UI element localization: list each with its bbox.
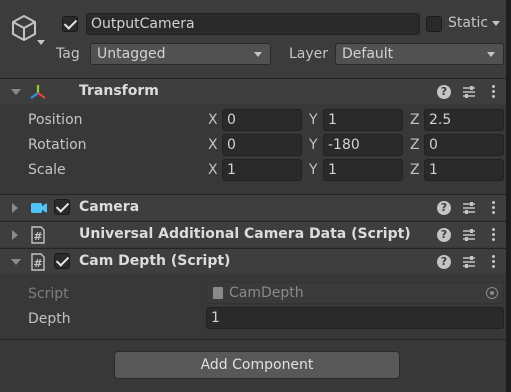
scale-x-field[interactable]: 1 [222,159,302,181]
script-object-field: CamDepth [206,282,504,304]
help-icon[interactable]: ? [437,201,451,215]
axis-x-label[interactable]: X [208,112,218,128]
gameobject-active-checkbox[interactable] [62,16,78,32]
script-hash-icon: # [31,253,45,271]
axis-x-label[interactable]: X [208,162,218,178]
depth-label: Depth [28,311,71,327]
kebab-menu-icon[interactable] [490,254,496,270]
scale-y-field[interactable]: 1 [323,159,403,181]
scale-z-field[interactable]: 1 [424,159,504,181]
panel-edge [506,0,511,392]
kebab-menu-icon[interactable] [490,227,496,243]
axis-y-label[interactable]: Y [309,162,318,178]
presets-icon[interactable] [461,200,477,216]
component-header-cam-depth[interactable]: # Cam Depth (Script) ? [0,248,506,274]
layer-value: Default [342,46,394,62]
position-y-field[interactable]: 1 [323,109,403,131]
component-title: Universal Additional Camera Data (Script… [79,226,411,242]
rotation-y-field[interactable]: -180 [323,134,403,156]
component-title: Transform [79,83,159,99]
static-checkbox[interactable] [426,16,442,32]
kebab-menu-icon[interactable] [490,84,496,100]
help-icon[interactable]: ? [437,255,451,269]
axis-z-label[interactable]: Z [410,162,420,178]
cam-depth-enabled-checkbox[interactable] [54,253,70,269]
rotation-label: Rotation [28,137,87,153]
camera-icon [31,203,47,213]
script-file-icon [213,287,223,299]
camera-enabled-checkbox[interactable] [54,199,70,215]
foldout-collapsed-icon[interactable] [12,203,18,213]
axis-y-label[interactable]: Y [309,112,318,128]
position-z-field[interactable]: 2.5 [424,109,504,131]
help-icon[interactable]: ? [437,228,451,242]
add-component-button[interactable]: Add Component [114,351,400,379]
static-dropdown-caret-icon[interactable] [492,21,500,26]
axis-z-label[interactable]: Z [410,112,420,128]
foldout-expanded-icon[interactable] [11,259,21,265]
svg-text:#: # [33,257,42,270]
rotation-z-field[interactable]: 0 [424,134,504,156]
axis-x-label[interactable]: X [208,137,218,153]
object-picker-icon [486,287,498,299]
foldout-collapsed-icon[interactable] [12,230,18,240]
script-label: Script [28,286,69,302]
gameobject-name-input[interactable]: OutputCamera [86,13,420,35]
depth-input[interactable]: 1 [206,307,504,329]
tag-label: Tag [56,46,80,62]
transform-axes-icon [30,85,46,99]
chevron-down-icon [487,52,495,57]
static-label: Static [448,15,489,31]
inspector-panel: OutputCamera Static Tag Untagged Layer D… [0,0,506,392]
tag-dropdown[interactable]: Untagged [90,43,271,65]
presets-icon[interactable] [461,227,477,243]
presets-icon[interactable] [461,254,477,270]
layer-label: Layer [289,46,329,62]
axis-y-label[interactable]: Y [309,137,318,153]
component-header-urp-camera-data[interactable]: # Universal Additional Camera Data (Scri… [0,221,506,247]
scale-label: Scale [28,162,66,178]
layer-dropdown[interactable]: Default [335,43,504,65]
chevron-down-icon [254,52,262,57]
gameobject-header: OutputCamera Static Tag Untagged Layer D… [0,0,506,80]
foldout-expanded-icon[interactable] [11,89,21,95]
position-label: Position [28,112,83,128]
component-header-transform[interactable]: Transform ? [0,78,506,104]
help-icon[interactable]: ? [437,85,451,99]
presets-icon[interactable] [461,84,477,100]
tag-value: Untagged [97,46,166,62]
icon-dropdown-caret-icon[interactable] [37,40,45,45]
position-x-field[interactable]: 0 [222,109,302,131]
divider [0,339,506,340]
kebab-menu-icon[interactable] [490,200,496,216]
svg-text:#: # [33,230,42,243]
component-title: Cam Depth (Script) [79,253,231,269]
component-header-camera[interactable]: Camera ? [0,194,506,220]
script-hash-icon: # [31,226,45,244]
rotation-x-field[interactable]: 0 [222,134,302,156]
axis-z-label[interactable]: Z [410,137,420,153]
component-title: Camera [79,199,140,215]
cube-icon[interactable] [10,14,38,42]
